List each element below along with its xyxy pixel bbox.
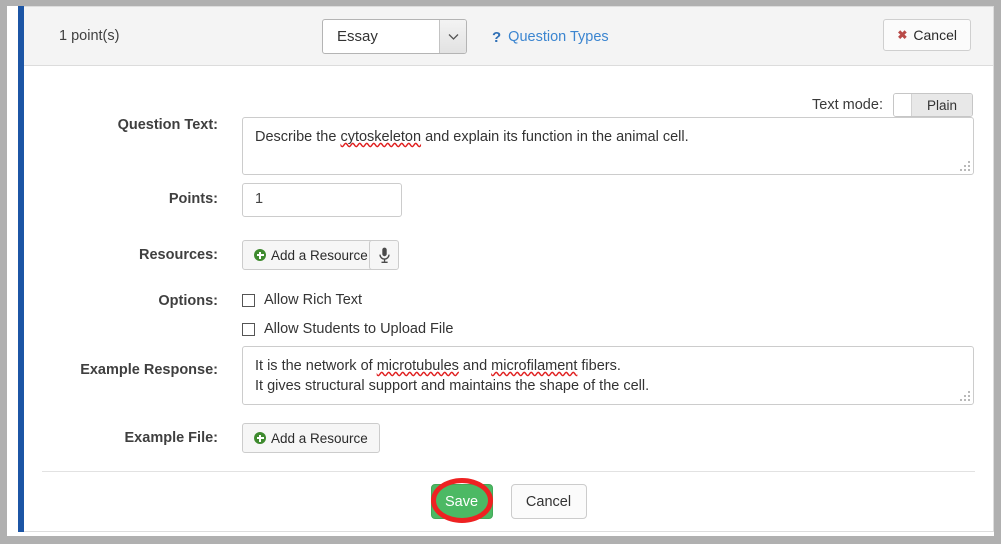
plus-circle-icon	[254, 432, 266, 444]
example-response-line1-after: fibers.	[577, 358, 621, 374]
text-mode-label: Text mode:	[812, 97, 883, 113]
question-text-content: Describe the cytoskeleton and explain it…	[243, 118, 973, 156]
question-type-select[interactable]: Essay	[322, 19, 467, 54]
example-response-input[interactable]: It is the network of microtubules and mi…	[242, 346, 974, 405]
chevron-down-glyph	[448, 33, 458, 40]
points-input-value: 1	[255, 191, 264, 207]
example-file-add-resource-label: Add a Resource	[271, 430, 368, 446]
example-response-label: Example Response:	[80, 362, 218, 378]
resize-grip-icon[interactable]	[960, 161, 970, 171]
text-mode-toggle[interactable]: Plain	[892, 93, 973, 117]
points-field-label: Points:	[168, 191, 218, 207]
question-text-input[interactable]: Describe the cytoskeleton and explain it…	[242, 117, 974, 175]
text-mode-control[interactable]: Text mode: Plain	[812, 93, 973, 117]
header-cancel-label: Cancel	[913, 27, 957, 43]
x-mark-icon: ✖	[897, 28, 908, 42]
question-text-before: Describe the	[255, 129, 341, 145]
resize-grip-icon[interactable]	[960, 391, 970, 401]
example-response-line1-middle: and	[458, 358, 492, 374]
example-file-add-resource-button[interactable]: Add a Resource	[242, 423, 380, 453]
add-resource-label: Add a Resource	[271, 247, 368, 263]
panel-header: 1 point(s) Essay ? Question Types ✖ Canc…	[24, 7, 993, 66]
text-mode-state-label: Plain	[911, 94, 972, 116]
example-response-line2: It gives structural support and maintain…	[255, 378, 650, 394]
panel-body: Text mode: Plain Question Text: Describe…	[24, 66, 993, 471]
toggle-knob	[893, 94, 912, 116]
resources-label: Resources:	[139, 247, 218, 263]
option-allow-upload-file[interactable]: Allow Students to Upload File	[242, 321, 453, 337]
record-audio-button[interactable]	[369, 240, 399, 270]
panel-backdrop: 1 point(s) Essay ? Question Types ✖ Canc…	[7, 6, 994, 536]
question-type-selected-value: Essay	[337, 28, 378, 45]
save-button[interactable]: Save	[430, 484, 493, 519]
question-text-label: Question Text:	[117, 117, 218, 133]
option-allow-rich-text[interactable]: Allow Rich Text	[242, 292, 362, 308]
screenshot-frame: 1 point(s) Essay ? Question Types ✖ Canc…	[0, 0, 1001, 544]
option-allow-upload-file-label: Allow Students to Upload File	[264, 321, 454, 337]
question-types-link-label: Question Types	[508, 29, 609, 45]
options-label: Options:	[158, 293, 218, 309]
question-mark-icon: ?	[492, 28, 502, 46]
example-response-misspelled-2: microfilament	[491, 358, 578, 374]
microphone-icon	[378, 247, 390, 263]
plus-circle-icon	[254, 249, 266, 261]
points-input[interactable]: 1	[242, 183, 402, 217]
example-response-misspelled-1: microtubules	[376, 358, 459, 374]
question-types-link[interactable]: ? Question Types	[492, 29, 609, 45]
question-text-misspelled: cytoskeleton	[340, 129, 422, 145]
option-allow-rich-text-label: Allow Rich Text	[264, 292, 363, 308]
footer-actions: Save Cancel	[42, 484, 975, 519]
question-editor-panel: 1 point(s) Essay ? Question Types ✖ Canc…	[24, 6, 994, 532]
header-cancel-button[interactable]: ✖ Cancel	[883, 19, 971, 51]
question-text-after: and explain its function in the animal c…	[421, 129, 689, 145]
panel-footer: Save Cancel	[42, 471, 975, 532]
checkbox-allow-rich-text[interactable]	[242, 293, 255, 307]
example-response-content: It is the network of microtubules and mi…	[243, 347, 973, 405]
footer-cancel-button[interactable]: Cancel	[510, 484, 587, 519]
add-resource-button[interactable]: Add a Resource	[242, 240, 380, 270]
chevron-down-icon	[439, 20, 466, 53]
example-response-line1-before: It is the network of	[255, 358, 377, 374]
example-file-label: Example File:	[124, 430, 218, 446]
checkbox-allow-upload-file[interactable]	[242, 322, 255, 336]
points-summary-label: 1 point(s)	[59, 28, 120, 44]
